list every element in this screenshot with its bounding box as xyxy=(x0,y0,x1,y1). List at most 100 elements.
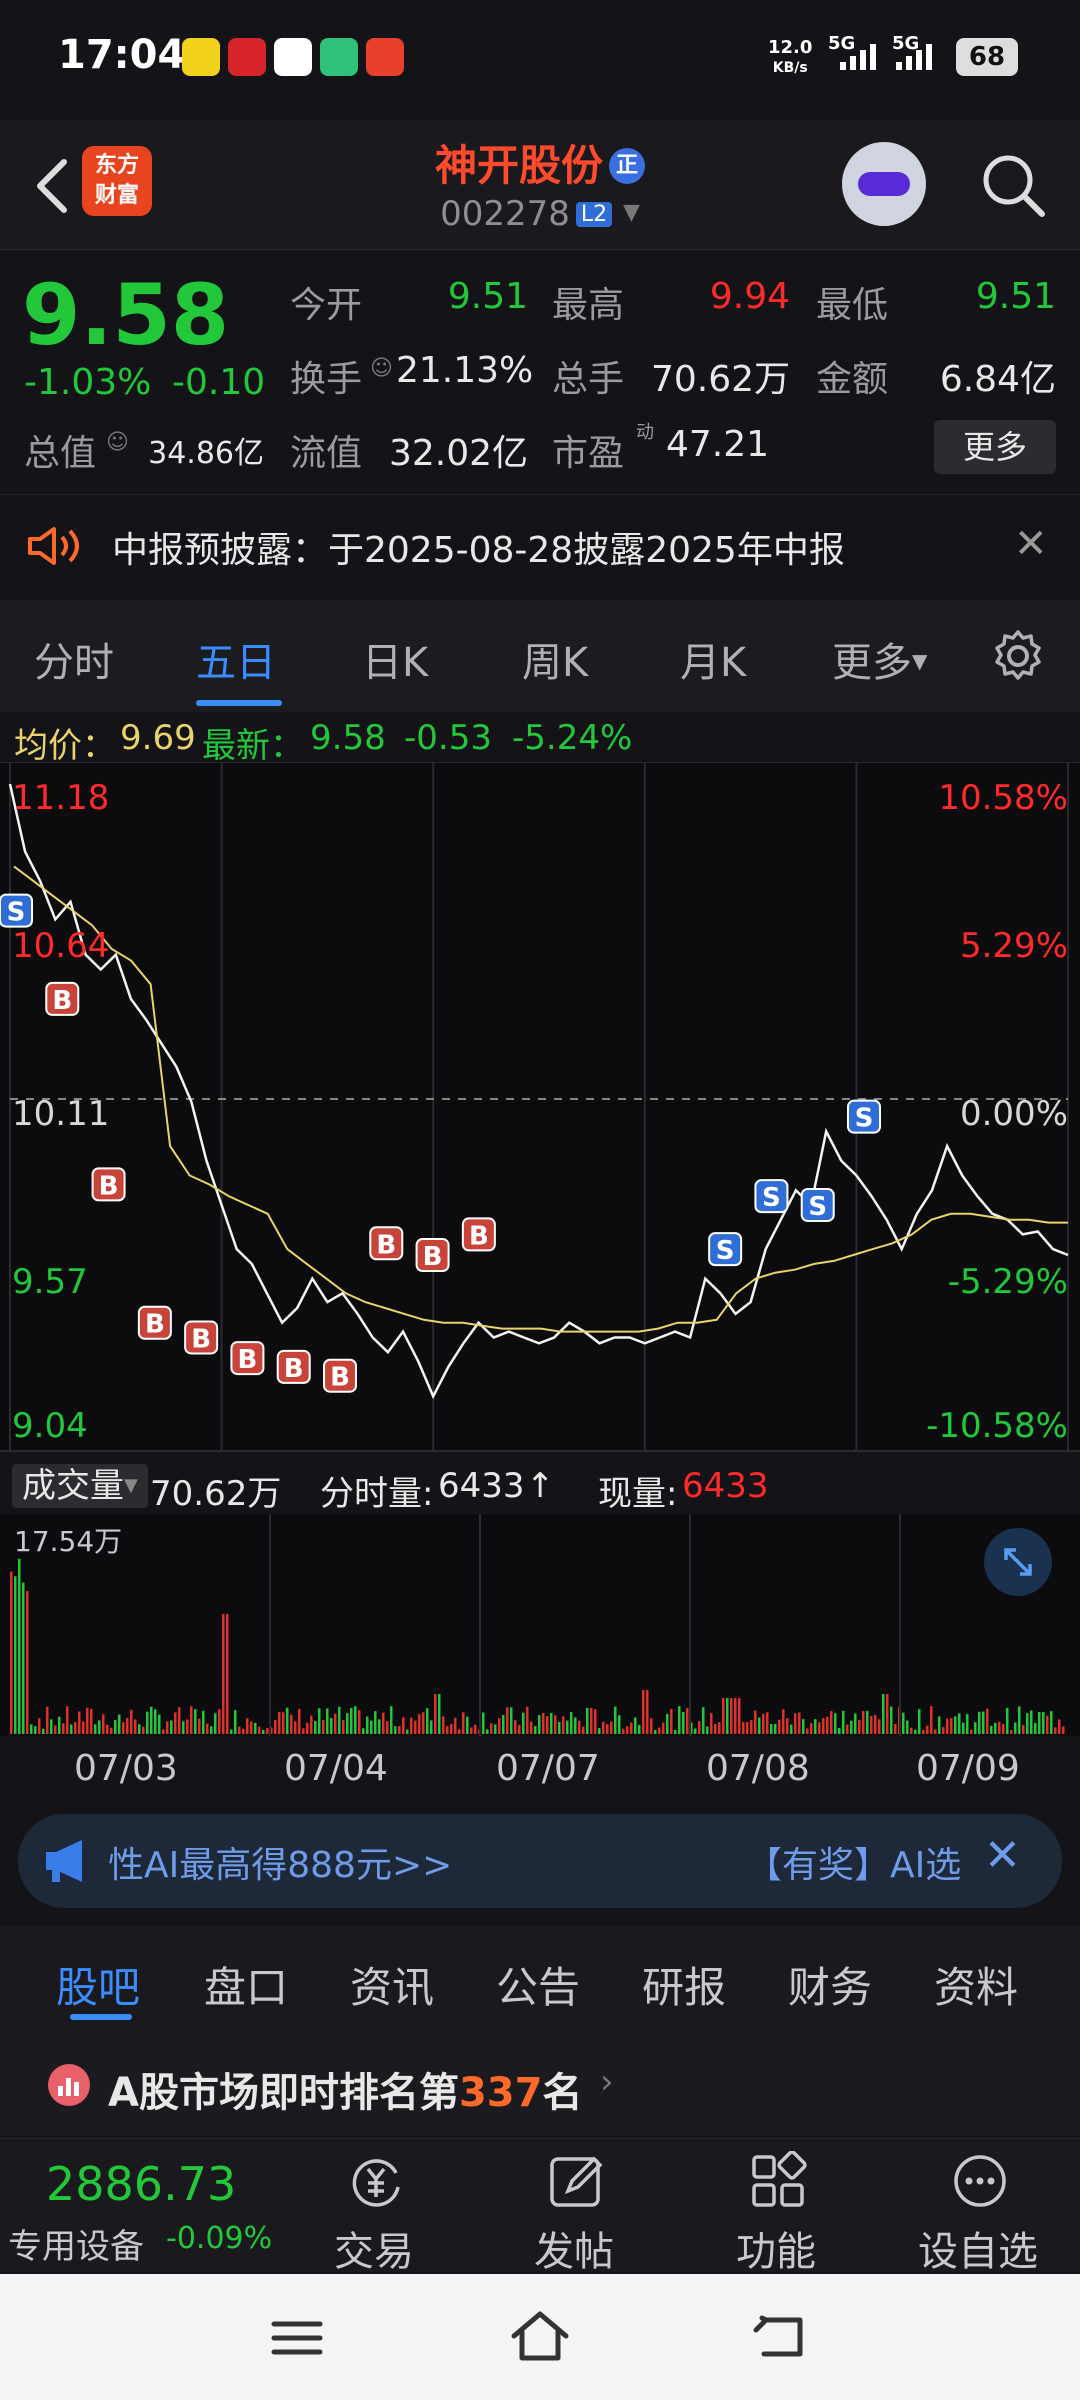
more-quote-button[interactable]: 更多 xyxy=(934,420,1056,474)
tab-financials[interactable]: 财务 xyxy=(788,1954,872,2015)
buy-marker[interactable]: B xyxy=(323,1358,357,1393)
menu-icon[interactable] xyxy=(270,2318,324,2358)
sell-marker[interactable]: S xyxy=(847,1099,881,1134)
volume-bar xyxy=(538,1715,541,1734)
volume-bar xyxy=(242,1728,245,1734)
buy-marker[interactable]: B xyxy=(230,1341,265,1376)
volume-bar xyxy=(618,1715,621,1734)
volume-bar xyxy=(606,1724,609,1734)
volume-bar xyxy=(442,1716,445,1734)
bottom-action-bar: 2886.73 专用设备 -0.09% 交易 发帖 功能 设自选 xyxy=(0,2138,1080,2275)
volume-bar xyxy=(114,1720,117,1734)
volume-bar xyxy=(998,1721,1001,1734)
volume-bar xyxy=(1002,1724,1005,1734)
sector-index-value: 2886.73 xyxy=(46,2157,237,2211)
tab-daily-k[interactable]: 日K xyxy=(362,630,428,688)
sell-marker[interactable]: S xyxy=(800,1187,835,1222)
svg-text:B: B xyxy=(145,1310,165,1340)
close-icon[interactable]: ✕ xyxy=(984,1830,1021,1881)
date-axis: 07/03 07/04 07/07 07/08 07/09 xyxy=(0,1738,1080,1798)
post-button[interactable]: 发帖 xyxy=(474,2139,674,2275)
volume-bar xyxy=(138,1724,141,1734)
volume-bar xyxy=(326,1708,329,1734)
sector-index[interactable]: 2886.73 专用设备 -0.09% xyxy=(0,2139,300,2273)
home-icon[interactable] xyxy=(510,2310,570,2362)
add-watchlist-button[interactable]: 设自选 xyxy=(878,2139,1078,2275)
volume-bar xyxy=(1030,1710,1033,1734)
volume-bar xyxy=(482,1712,485,1734)
net-speed-value: 12.0 xyxy=(768,37,813,58)
volume-bar xyxy=(674,1729,677,1734)
buy-marker[interactable]: B xyxy=(276,1349,311,1384)
market-rank-row[interactable]: A股市场即时排名第337名 › xyxy=(0,2030,1080,2136)
volume-bar xyxy=(122,1722,125,1734)
buy-marker[interactable]: B xyxy=(461,1217,496,1252)
volume-indicator-select[interactable]: 成交量▼ xyxy=(12,1464,148,1508)
stock-header: 东方 财富 神开股份正 002278 L2 ▼ xyxy=(0,120,1080,250)
volume-bar xyxy=(994,1722,997,1734)
tab-profile[interactable]: 资料 xyxy=(934,1954,1018,2015)
close-icon[interactable]: ✕ xyxy=(1014,521,1048,567)
tab-monthly-k[interactable]: 月K xyxy=(680,630,746,688)
volume-bar xyxy=(390,1706,393,1734)
tab-five-day[interactable]: 五日 xyxy=(196,630,276,688)
sell-marker[interactable]: S xyxy=(708,1232,743,1267)
notification-app-icon xyxy=(366,38,404,76)
assistant-robot-icon[interactable] xyxy=(842,142,926,226)
buy-marker[interactable]: B xyxy=(137,1305,172,1340)
buy-marker[interactable]: B xyxy=(91,1167,126,1202)
search-icon[interactable] xyxy=(978,150,1050,222)
sell-marker[interactable]: S xyxy=(754,1179,789,1214)
tab-guba[interactable]: 股吧 xyxy=(56,1954,140,2015)
info-icon[interactable]: ☺ xyxy=(106,430,129,455)
notice-bar[interactable]: 中报预披露：于2025-08-28披露2025年中报 ✕ xyxy=(0,494,1080,596)
volume-bar xyxy=(510,1707,513,1734)
buy-marker[interactable]: B xyxy=(184,1320,219,1354)
tab-announcements[interactable]: 公告 xyxy=(496,1954,580,2015)
buy-marker[interactable]: B xyxy=(415,1238,450,1272)
svg-text:S: S xyxy=(762,1183,781,1213)
tab-weekly-k[interactable]: 周K xyxy=(522,630,588,688)
volume-bar xyxy=(1006,1707,1009,1734)
price-chart[interactable]: SBBBBBBBBBBSSSS 11.18 10.64 10.11 9.57 9… xyxy=(0,761,1080,1452)
volume-bar xyxy=(534,1726,537,1734)
info-icon[interactable]: ☺ xyxy=(370,356,393,381)
y-tick-right: -10.58% xyxy=(926,1406,1068,1446)
settings-gear-icon[interactable] xyxy=(990,628,1046,684)
volume-bar xyxy=(94,1724,97,1734)
buy-marker[interactable]: B xyxy=(45,981,80,1016)
tab-research[interactable]: 研报 xyxy=(642,1954,726,2015)
tab-more[interactable]: 更多▼ xyxy=(832,630,927,688)
change-value: -0.10 xyxy=(172,362,266,403)
tab-orderbook[interactable]: 盘口 xyxy=(204,1954,288,2015)
y-tick-right: 10.58% xyxy=(938,778,1068,818)
more-dots-icon xyxy=(954,2155,1006,2207)
volume-bar xyxy=(434,1694,437,1734)
tab-news[interactable]: 资讯 xyxy=(350,1954,434,2015)
volume-bar xyxy=(494,1724,497,1734)
volume-bar xyxy=(1046,1715,1049,1734)
volume-bar xyxy=(778,1719,781,1734)
volume-bar xyxy=(578,1720,581,1734)
volume-bar xyxy=(858,1720,861,1734)
promo-banner[interactable]: 性AI最高得888元>> 【有奖】AI选 ✕ xyxy=(18,1814,1062,1908)
volume-bar xyxy=(386,1721,389,1734)
trade-button[interactable]: 交易 xyxy=(274,2139,474,2275)
volume-bar xyxy=(894,1724,897,1734)
volume-bar xyxy=(562,1716,565,1734)
post-label: 发帖 xyxy=(534,2229,614,2275)
svg-text:B: B xyxy=(423,1242,443,1272)
rank-text: A股市场即时排名第337名 xyxy=(108,2060,582,2118)
volume-chart[interactable]: 17.54万 xyxy=(0,1514,1080,1736)
volume-bar xyxy=(318,1708,321,1734)
function-button[interactable]: 功能 xyxy=(676,2139,876,2275)
back-icon[interactable] xyxy=(752,2314,808,2360)
buy-marker[interactable]: B xyxy=(369,1226,404,1261)
volume-bar xyxy=(126,1718,129,1734)
expand-chart-icon[interactable] xyxy=(984,1528,1052,1596)
tab-intraday[interactable]: 分时 xyxy=(34,630,114,688)
sell-marker[interactable]: S xyxy=(0,893,33,928)
volume-bar xyxy=(710,1713,713,1734)
volume-bar xyxy=(166,1721,169,1734)
svg-text:S: S xyxy=(716,1236,735,1266)
